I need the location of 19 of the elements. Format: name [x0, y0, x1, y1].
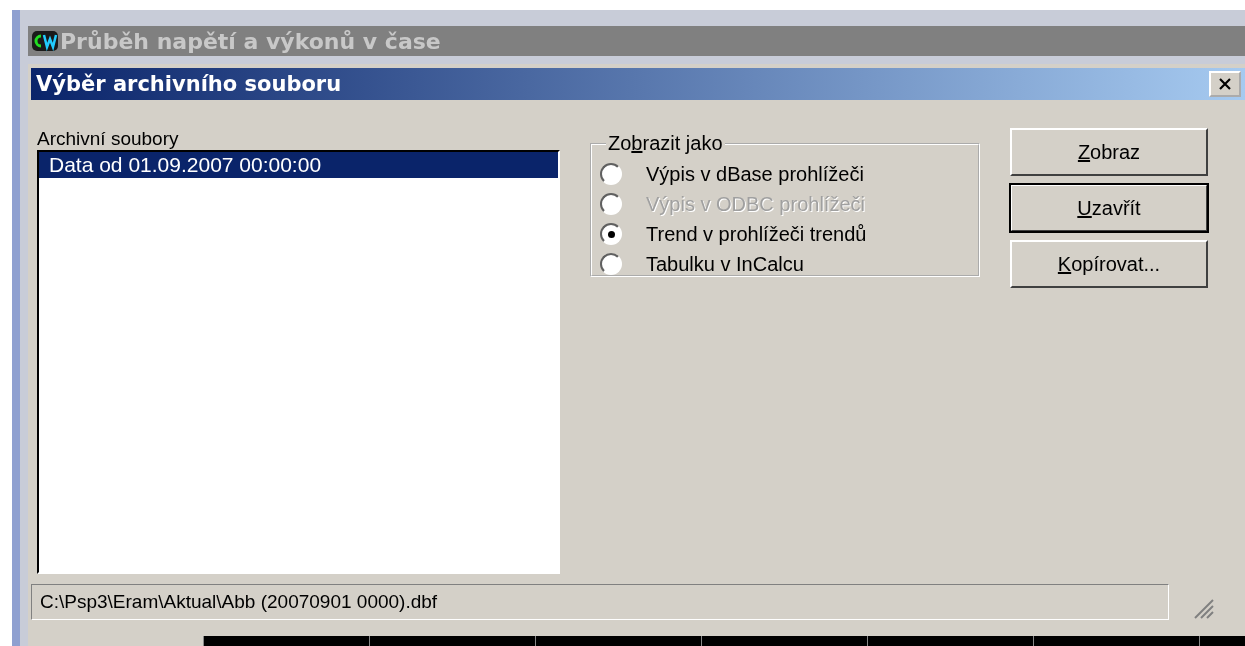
group-label: Zobrazit jako [607, 132, 724, 155]
window-title: Průběh napětí a výkonů v čase [60, 28, 441, 54]
radio-button[interactable] [600, 253, 622, 275]
radio-label[interactable]: Trend v prohlížeči trendů [646, 222, 867, 246]
dialog-button[interactable]: Kopírovat... [1010, 240, 1208, 288]
app-logo-icon [32, 30, 58, 52]
dialog-title: Výběr archivního souboru [36, 72, 342, 96]
list-item[interactable]: Data od 01.09.2007 00:00:00 [39, 152, 558, 178]
dialog-button[interactable]: Uzavřít [1010, 184, 1208, 232]
radio-label[interactable]: Tabulku v InCalcu [646, 252, 804, 276]
file-list[interactable]: Data od 01.09.2007 00:00:00 [37, 150, 560, 574]
list-label: Archivní soubory [37, 128, 180, 150]
radio-label[interactable]: Výpis v dBase prohlížeči [646, 162, 864, 186]
radio-button[interactable] [600, 223, 622, 245]
file-path-field: C:\Psp3\Eram\Aktual\Abb (20070901 0000).dbf [31, 584, 1169, 620]
close-icon [1218, 78, 1232, 90]
radio-button[interactable] [600, 163, 622, 185]
dialog-button[interactable]: Zobraz [1010, 128, 1208, 176]
close-button[interactable] [1209, 71, 1241, 97]
